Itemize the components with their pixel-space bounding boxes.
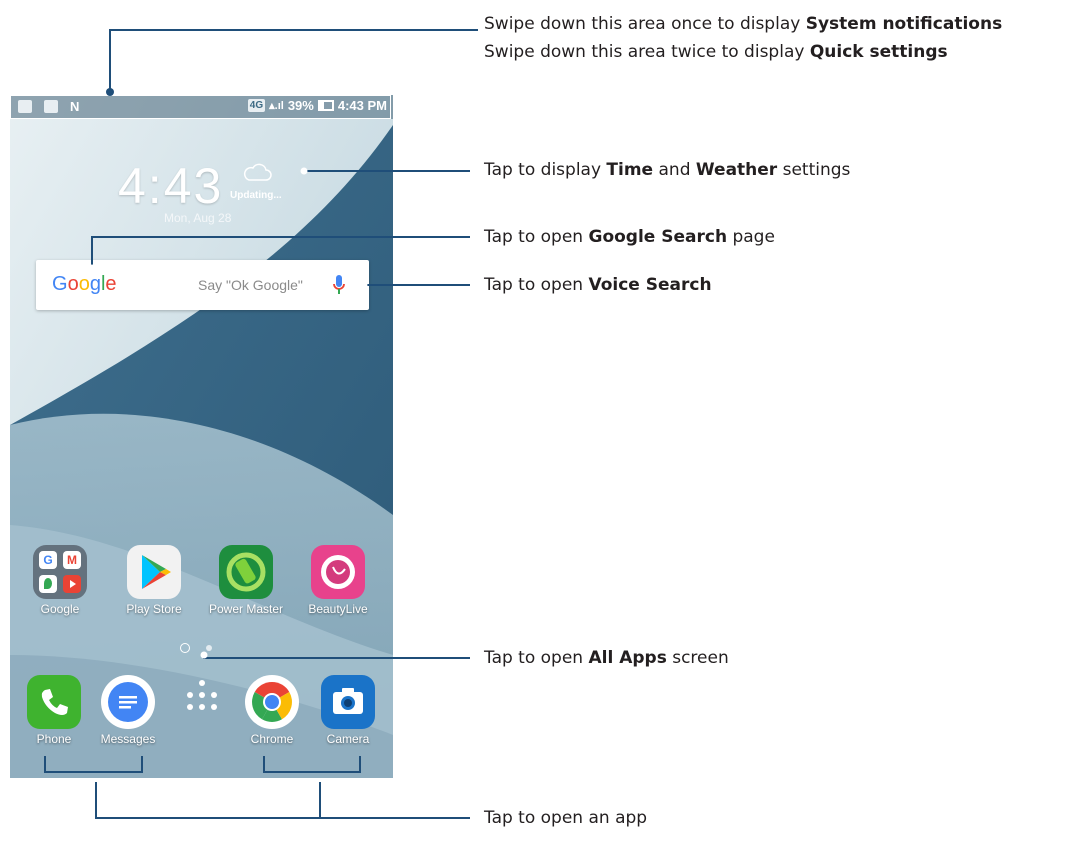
annotation-all-apps: Tap to open All Apps screen — [484, 648, 729, 668]
annotation-voice-search: Tap to open Voice Search — [484, 275, 712, 295]
annotation-system-notifications: Swipe down this area once to display Sys… — [484, 14, 1003, 34]
annotation-open-app: Tap to open an app — [484, 808, 648, 828]
annotation-quick-settings: Swipe down this area twice to display Qu… — [484, 42, 948, 62]
annotation-time-weather: Tap to display Time and Weather settings — [484, 160, 851, 180]
callout-lines — [44, 29, 478, 819]
annotation-google-search: Tap to open Google Search page — [484, 227, 775, 247]
